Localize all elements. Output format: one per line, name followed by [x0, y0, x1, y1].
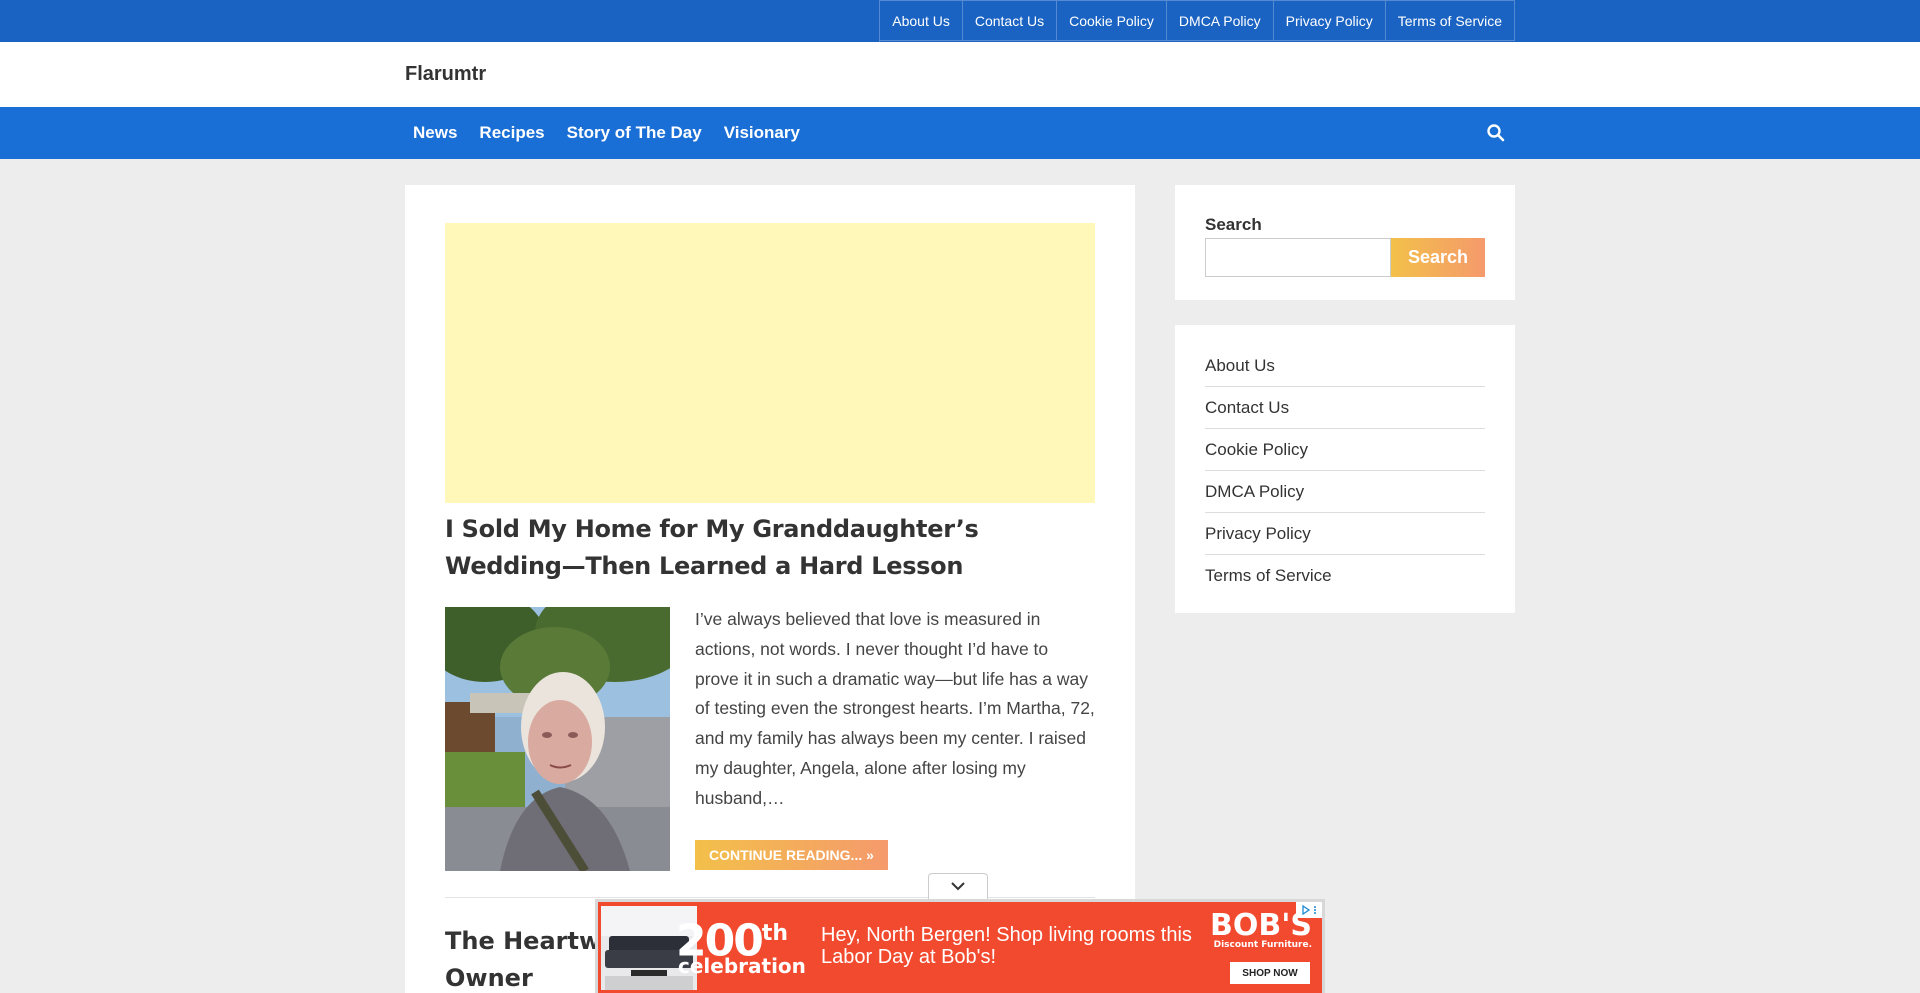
sidebar-link-about-us[interactable]: About Us [1205, 345, 1485, 387]
top-nav: About Us Contact Us Cookie Policy DMCA P… [879, 0, 1515, 42]
search-button[interactable]: Search [1391, 238, 1485, 277]
post-divider [445, 897, 1095, 898]
post-thumbnail[interactable] [445, 607, 670, 871]
bottom-ad-banner[interactable]: 200th celebration Hey, North Bergen! Sho… [595, 899, 1325, 993]
ad-placeholder[interactable] [445, 223, 1095, 503]
shop-now-button[interactable]: SHOP NOW [1230, 962, 1310, 984]
chevron-down-icon [950, 878, 966, 896]
search-icon[interactable] [1486, 123, 1506, 143]
top-nav-terms-of-service[interactable]: Terms of Service [1385, 0, 1515, 41]
main-content: I Sold My Home for My Granddaughter’s We… [405, 185, 1135, 993]
pages-widget: About Us Contact Us Cookie Policy DMCA P… [1175, 325, 1515, 613]
nav-item-story-of-the-day[interactable]: Story of The Day [567, 123, 702, 143]
search-input[interactable] [1205, 238, 1391, 277]
ad-brand-sub: Discount Furniture. [1213, 940, 1312, 950]
sidebar-link-privacy-policy[interactable]: Privacy Policy [1205, 513, 1485, 555]
search-label: Search [1205, 215, 1262, 234]
post-title[interactable]: I Sold My Home for My Granddaughter’s We… [445, 511, 1095, 585]
nav-item-recipes[interactable]: Recipes [479, 123, 544, 143]
sidebar-link-terms-of-service[interactable]: Terms of Service [1205, 555, 1485, 597]
top-bar: About Us Contact Us Cookie Policy DMCA P… [0, 0, 1920, 42]
main-nav: News Recipes Story of The Day Visionary [0, 107, 1920, 159]
top-nav-contact-us[interactable]: Contact Us [962, 0, 1058, 41]
search-widget: Search Search [1175, 185, 1515, 300]
ad-collapse-toggle[interactable] [928, 873, 988, 899]
ad-choices-icon[interactable] [1296, 902, 1322, 918]
sidebar-link-contact-us[interactable]: Contact Us [1205, 387, 1485, 429]
nav-item-visionary[interactable]: Visionary [724, 123, 800, 143]
main-menu: News Recipes Story of The Day Visionary [405, 107, 814, 159]
post-title-line-2[interactable]: Owner [445, 964, 533, 992]
top-nav-about-us[interactable]: About Us [880, 0, 963, 41]
top-nav-dmca-policy[interactable]: DMCA Policy [1166, 0, 1274, 41]
sidebar-link-dmca-policy[interactable]: DMCA Policy [1205, 471, 1485, 513]
site-title[interactable]: Flarumtr [405, 63, 486, 86]
top-nav-privacy-policy[interactable]: Privacy Policy [1273, 0, 1386, 41]
top-nav-cookie-policy[interactable]: Cookie Policy [1057, 0, 1167, 41]
ad-text: Hey, North Bergen! Shop living rooms thi… [821, 924, 1192, 968]
continue-reading-button[interactable]: CONTINUE READING... » [695, 840, 888, 870]
post-excerpt: I’ve always believed that love is measur… [695, 609, 1095, 808]
ad-celebration: celebration [678, 954, 806, 978]
ad-big-suffix: th [761, 921, 789, 946]
site-header: Flarumtr [0, 42, 1920, 107]
sidebar-link-cookie-policy[interactable]: Cookie Policy [1205, 429, 1485, 471]
nav-item-news[interactable]: News [413, 123, 457, 143]
